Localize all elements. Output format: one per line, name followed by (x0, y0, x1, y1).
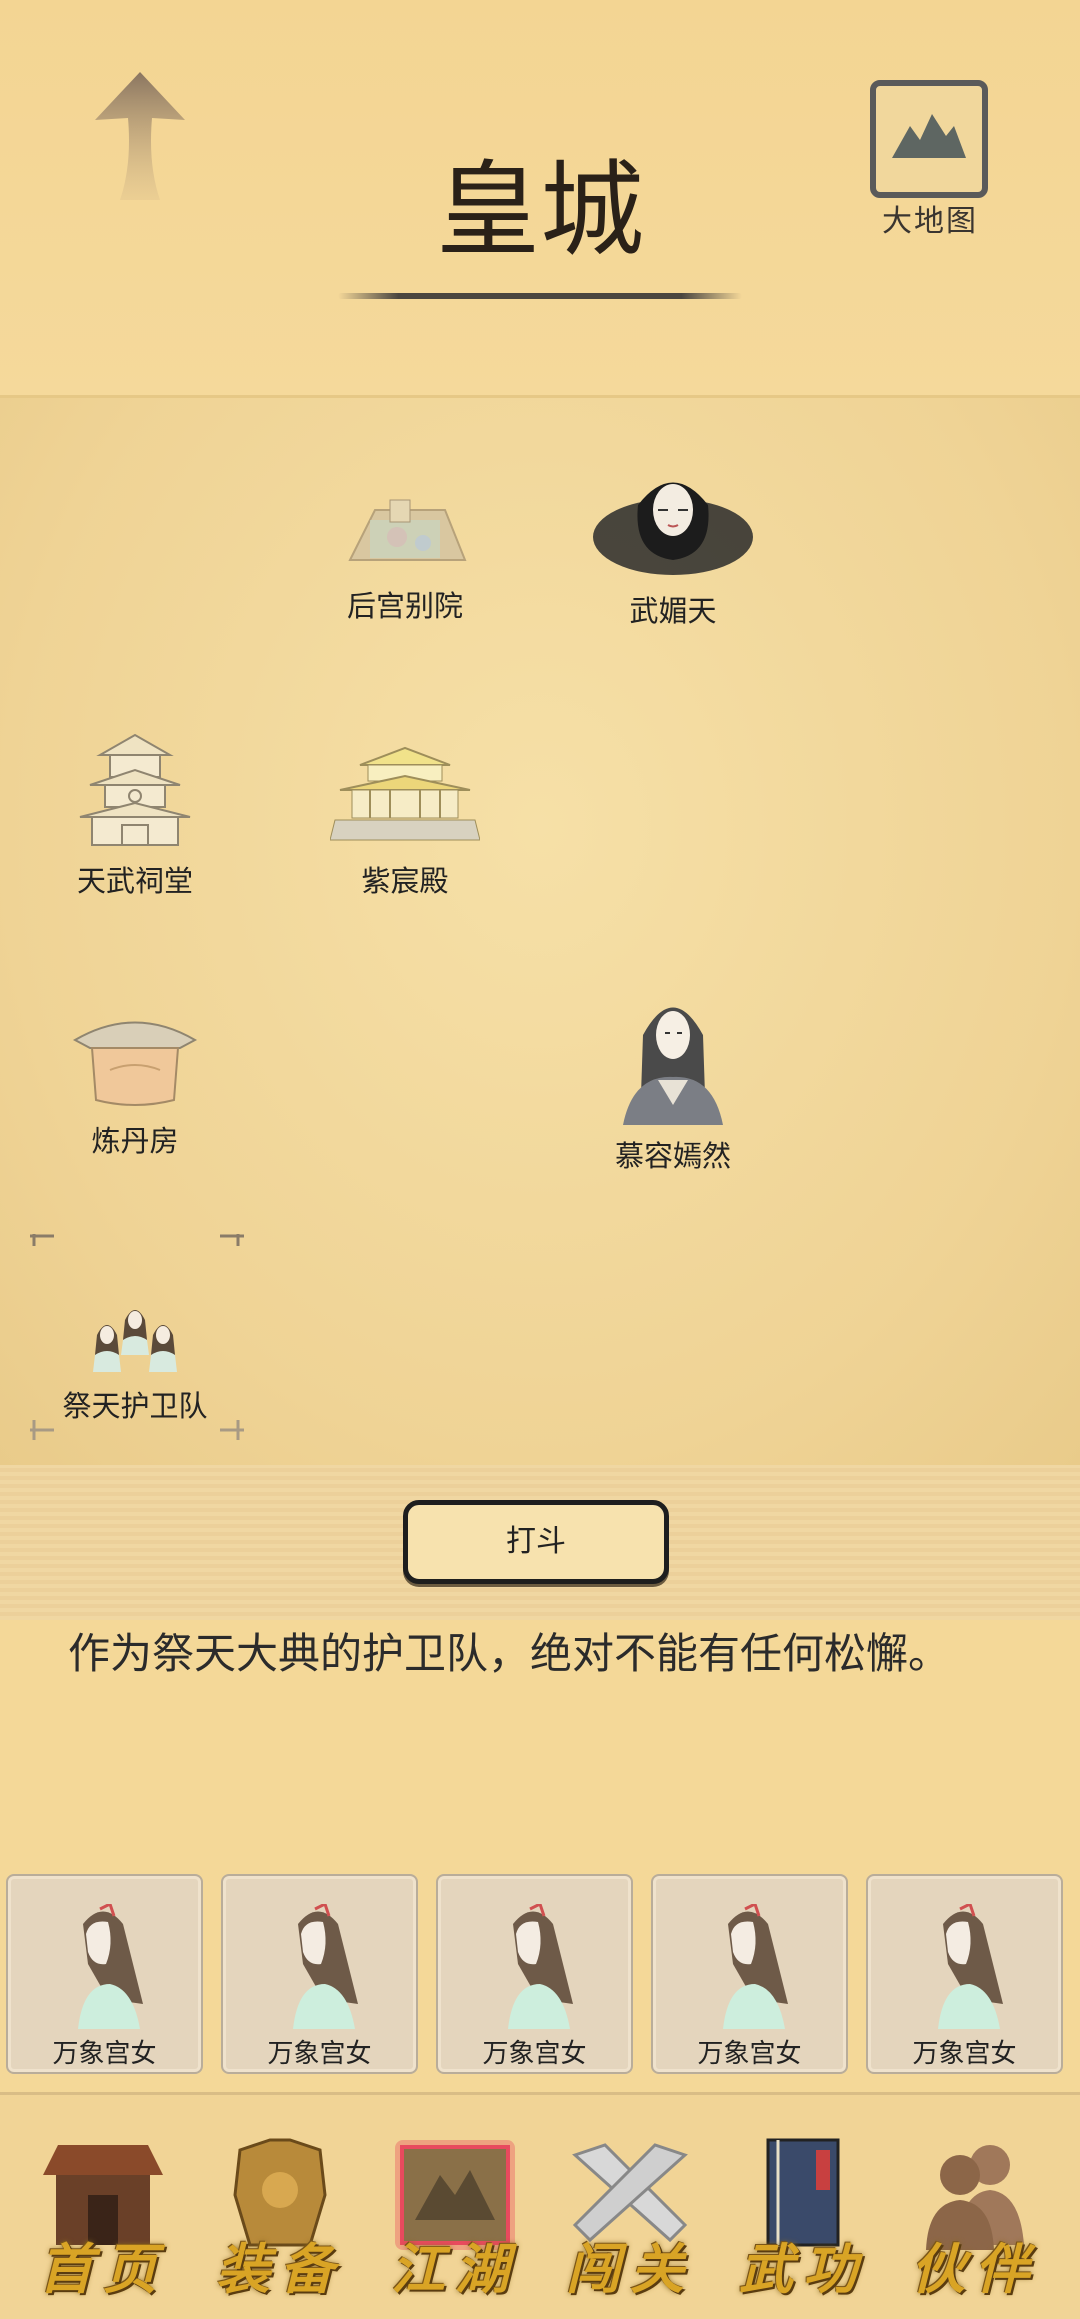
header: 皇城 大地图 (0, 0, 1080, 395)
npc-card[interactable]: 万象宫女 (651, 1874, 848, 2074)
world-map-button[interactable] (870, 80, 988, 198)
maid-portrait-icon (938, 1904, 1003, 2029)
npc-card[interactable]: 万象宫女 (866, 1874, 1063, 2074)
woman-portrait-icon (593, 482, 753, 575)
maid-portrait-icon (508, 1904, 573, 2029)
fight-button[interactable]: 打斗 (403, 1500, 669, 1584)
nav-home[interactable]: 首页 (28, 2135, 178, 2301)
guard-group-icon (93, 1310, 177, 1372)
npc-card[interactable]: 万象宫女 (6, 1874, 203, 2074)
maid-portrait-icon (723, 1904, 788, 2029)
nav-jianghu[interactable]: 江湖 (380, 2135, 530, 2301)
location-tianwu-shrine[interactable]: 天武祠堂 (35, 725, 235, 900)
maid-portrait-icon (78, 1904, 143, 2029)
npc-card[interactable]: 万象宫女 (436, 1874, 633, 2074)
location-zichen-hall[interactable]: 紫宸殿 (305, 740, 505, 900)
palace-ruins-icon (348, 499, 467, 561)
nav-challenge[interactable]: 闯关 (555, 2135, 705, 2301)
npc-card[interactable]: 万象宫女 (221, 1874, 418, 2074)
npc-wu-meitian[interactable]: 武媚天 (573, 465, 773, 630)
location-alchemy-room[interactable]: 炼丹房 (35, 1010, 235, 1160)
selection-corner-top-left (30, 1234, 54, 1246)
nav-equipment[interactable]: 装备 (205, 2135, 355, 2301)
selection-corner-top-right (220, 1234, 244, 1246)
palace-hall-icon (330, 746, 480, 841)
pagoda-icon (79, 733, 191, 846)
location-harem-courtyard[interactable]: 后宫别院 (305, 465, 505, 625)
mountain-icon (886, 96, 972, 182)
nav-martial-arts[interactable]: 武功 (728, 2135, 878, 2301)
woman-portrait-icon (623, 1007, 723, 1125)
nav-partners[interactable]: 伙伴 (900, 2135, 1050, 2301)
world-map-label: 大地图 (882, 204, 978, 239)
npc-description: 作为祭天大典的护卫队，绝对不能有任何松懈。 (68, 1629, 951, 1678)
title-underline (338, 293, 742, 299)
bottom-nav: 首页 装备 江湖 闯关 武功 伙伴 (0, 2092, 1080, 2319)
npc-murong-yanran[interactable]: 慕容嫣然 (573, 985, 773, 1175)
npc-sacrifice-guard-team[interactable]: 祭天护卫队 (35, 1300, 235, 1425)
npc-card-row: 万象宫女 万象宫女 万象宫女 万象宫女 万象宫女 (0, 1868, 1080, 2080)
alchemy-house-icon (72, 1021, 198, 1106)
maid-portrait-icon (293, 1904, 358, 2029)
